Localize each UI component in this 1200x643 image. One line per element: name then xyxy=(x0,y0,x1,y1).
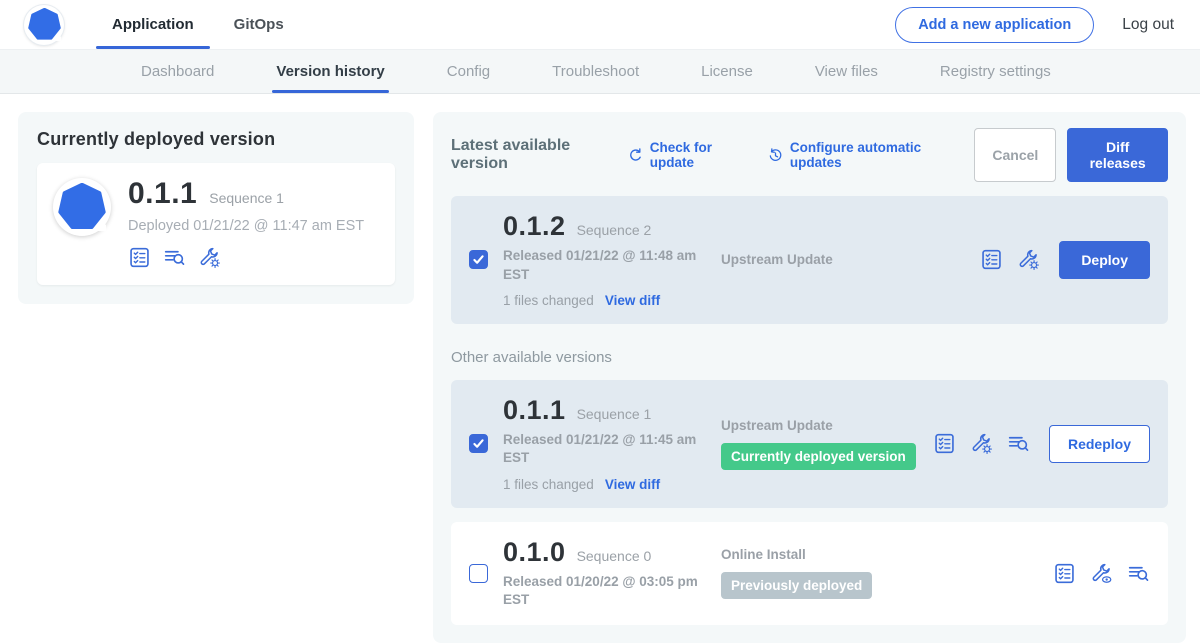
checkmark-icon xyxy=(472,253,485,266)
deploy-logs-icon[interactable] xyxy=(1127,562,1150,585)
checkmark-icon xyxy=(472,437,485,450)
configure-automatic-updates-link[interactable]: Configure automatic updates xyxy=(767,140,951,170)
files-changed-label: 1 files changed xyxy=(503,477,594,492)
preflight-checklist-icon[interactable] xyxy=(128,246,151,269)
configure-automatic-updates-label: Configure automatic updates xyxy=(790,140,951,170)
tab-license-label: License xyxy=(701,63,753,80)
config-wrench-icon[interactable] xyxy=(970,432,993,455)
version-number: 0.1.1 xyxy=(503,396,566,424)
tab-view-files[interactable]: View files xyxy=(813,50,880,93)
version-number: 0.1.2 xyxy=(503,212,566,240)
deployed-sequence-label: Sequence 1 xyxy=(209,190,284,206)
sequence-label: Sequence 1 xyxy=(577,406,652,422)
latest-available-title: Latest available version xyxy=(451,137,610,173)
tab-application-label: Application xyxy=(112,16,194,33)
deploy-logs-icon[interactable] xyxy=(1007,432,1030,455)
deployed-version-box: 0.1.1 Sequence 1 Deployed 01/21/22 @ 11:… xyxy=(37,163,395,285)
tab-version-history-label: Version history xyxy=(276,63,384,80)
other-available-versions-title: Other available versions xyxy=(451,349,1168,366)
top-nav-tabs: Application GitOps xyxy=(96,0,308,49)
version-number: 0.1.0 xyxy=(503,538,566,566)
version-row: 0.1.0 Sequence 0 Released 01/20/22 @ 03:… xyxy=(451,522,1168,626)
version-checkbox[interactable] xyxy=(469,434,488,453)
deployed-timestamp: Deployed 01/21/22 @ 11:47 am EST xyxy=(128,218,364,234)
tab-dashboard-label: Dashboard xyxy=(141,63,214,80)
tab-gitops[interactable]: GitOps xyxy=(218,0,300,49)
version-row: 0.1.2 Sequence 2 Released 01/21/22 @ 11:… xyxy=(451,196,1168,324)
tab-troubleshoot-label: Troubleshoot xyxy=(552,63,639,80)
app-sub-nav: Dashboard Version history Config Trouble… xyxy=(0,50,1200,94)
check-for-update-label: Check for update xyxy=(650,140,744,170)
currently-deployed-title: Currently deployed version xyxy=(37,129,395,150)
sequence-label: Sequence 2 xyxy=(577,222,652,238)
tab-version-history[interactable]: Version history xyxy=(274,50,386,93)
refresh-icon xyxy=(627,147,644,164)
config-wrench-icon[interactable] xyxy=(198,246,221,269)
tab-dashboard[interactable]: Dashboard xyxy=(139,50,216,93)
kubernetes-logo-icon xyxy=(24,5,64,45)
redeploy-button[interactable]: Redeploy xyxy=(1049,425,1150,463)
previously-deployed-badge: Previously deployed xyxy=(721,572,872,599)
tab-registry-settings-label: Registry settings xyxy=(940,63,1051,80)
view-diff-link[interactable]: View diff xyxy=(605,477,660,492)
tab-config[interactable]: Config xyxy=(445,50,492,93)
version-row: 0.1.1 Sequence 1 Released 01/21/22 @ 11:… xyxy=(451,380,1168,508)
version-checkbox[interactable] xyxy=(469,250,488,269)
deployed-version-number: 0.1.1 xyxy=(128,178,197,210)
tab-config-label: Config xyxy=(447,63,490,80)
tab-view-files-label: View files xyxy=(815,63,878,80)
logout-link[interactable]: Log out xyxy=(1122,16,1174,34)
diff-releases-button[interactable]: Diff releases xyxy=(1067,128,1168,182)
preflight-checklist-icon[interactable] xyxy=(980,248,1003,271)
preflight-checklist-icon[interactable] xyxy=(933,432,956,455)
cancel-button[interactable]: Cancel xyxy=(974,128,1056,182)
tab-registry-settings[interactable]: Registry settings xyxy=(938,50,1053,93)
add-application-button[interactable]: Add a new application xyxy=(895,7,1094,43)
currently-deployed-card: Currently deployed version 0.1.1 Sequenc… xyxy=(18,112,414,304)
currently-deployed-badge: Currently deployed version xyxy=(721,443,916,470)
available-versions-panel: Latest available version Check for updat… xyxy=(433,112,1186,643)
deploy-logs-icon[interactable] xyxy=(163,246,186,269)
files-changed-label: 1 files changed xyxy=(503,293,594,308)
clock-update-icon xyxy=(767,147,784,164)
config-wrench-icon[interactable] xyxy=(1017,248,1040,271)
released-timestamp: Released 01/20/22 @ 03:05 pm EST xyxy=(503,573,699,609)
app-kubernetes-logo-icon xyxy=(53,178,111,236)
config-view-icon[interactable] xyxy=(1090,562,1113,585)
top-nav: Application GitOps Add a new application… xyxy=(0,0,1200,50)
deploy-button[interactable]: Deploy xyxy=(1059,241,1150,279)
released-timestamp: Released 01/21/22 @ 11:48 am EST xyxy=(503,247,699,283)
version-source-label: Upstream Update xyxy=(721,252,980,267)
tab-application[interactable]: Application xyxy=(96,0,210,49)
version-checkbox[interactable] xyxy=(469,564,488,583)
version-source-label: Upstream Update xyxy=(721,418,933,433)
main-content: Currently deployed version 0.1.1 Sequenc… xyxy=(0,94,1200,643)
tab-troubleshoot[interactable]: Troubleshoot xyxy=(550,50,641,93)
check-for-update-link[interactable]: Check for update xyxy=(627,140,744,170)
preflight-checklist-icon[interactable] xyxy=(1053,562,1076,585)
version-source-label: Online Install xyxy=(721,547,1053,562)
tab-gitops-label: GitOps xyxy=(234,16,284,33)
released-timestamp: Released 01/21/22 @ 11:45 am EST xyxy=(503,431,699,467)
sequence-label: Sequence 0 xyxy=(577,548,652,564)
view-diff-link[interactable]: View diff xyxy=(605,293,660,308)
tab-license[interactable]: License xyxy=(699,50,755,93)
